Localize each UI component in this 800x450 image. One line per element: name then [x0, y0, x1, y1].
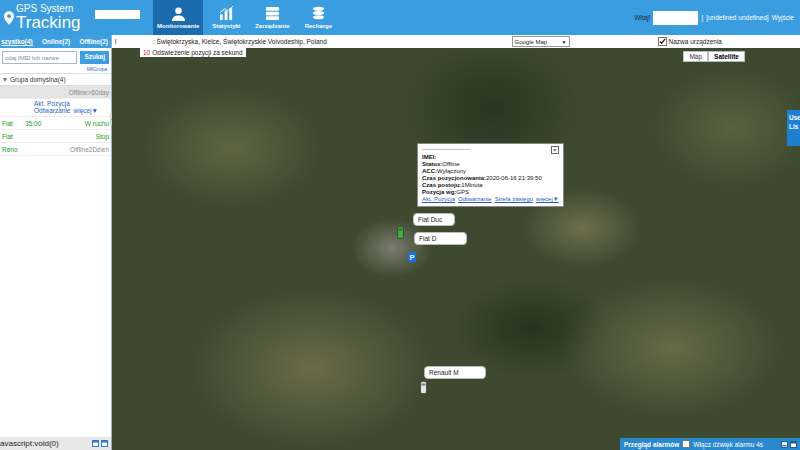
main-nav: MonitorowanieStatystykiZarządzanieRechar…: [153, 0, 341, 35]
map-type-button[interactable]: Satellite: [708, 51, 745, 62]
info-link[interactable]: Akt. Pozycja: [422, 196, 455, 203]
info-line: IMEI:: [422, 154, 559, 161]
logout-link[interactable]: Wyjście: [772, 14, 794, 21]
sidebar-tab[interactable]: szystko(4): [1, 38, 33, 45]
device-row[interactable]: FiatStop: [0, 130, 111, 143]
map-type-switch: MapSatellite: [683, 51, 745, 62]
person-icon: [171, 6, 186, 21]
vehicle-marker[interactable]: Renault M: [420, 366, 421, 367]
action-link[interactable]: Odtwarzanie: [34, 107, 71, 114]
address: : Świętokrzyska, Kielce, Świętokrzyskie …: [153, 38, 512, 45]
check-icon: [659, 38, 666, 45]
car-icon[interactable]: [420, 381, 427, 394]
action-link[interactable]: Akt. Pozycja: [34, 100, 70, 107]
group-row[interactable]: Grupa domyślna(4): [0, 73, 111, 86]
group-link[interactable]: MilGrupa: [0, 65, 111, 73]
search-row: odaj IMEI lub nazweSzukaj: [0, 48, 111, 65]
info-link[interactable]: więcej▼: [536, 196, 559, 203]
vehicle-marker[interactable]: Fiat Duc: [397, 213, 398, 214]
car-icon[interactable]: [397, 226, 404, 239]
greeting: Witaj!: [634, 14, 650, 21]
side-panel-tab[interactable]: UseLis: [787, 110, 800, 146]
expand-arrow-icon: [2, 77, 8, 83]
window-icon[interactable]: [92, 440, 99, 447]
vehicle-label[interactable]: Fiat Duc: [413, 213, 455, 226]
status-bar: avascript:void(0): [0, 437, 111, 450]
maximize-icon[interactable]: [790, 441, 797, 448]
info-window-title: ------------------------×: [422, 146, 559, 154]
info-line: Status:Offline: [422, 161, 559, 168]
window-icon[interactable]: [101, 440, 108, 447]
header-field[interactable]: [95, 10, 140, 19]
info-line: Pozycja wg:GPS: [422, 189, 559, 196]
info-links: Akt. PozycjaOdtwarzanieStrefa zasięguwię…: [422, 196, 559, 203]
sound-checkbox[interactable]: [682, 440, 690, 448]
device-actions: Akt. PozycjaOdtwarzaniewięcej▼: [0, 99, 111, 117]
app: GPS SystemTracking MonitorowanieStatystyk…: [0, 0, 800, 450]
logo[interactable]: GPS SystemTracking: [0, 0, 95, 35]
sidebar-tabs: szystko(4) Online(2) Offline(2): [0, 35, 111, 48]
alarm-bar: Przegląd alarmówWłącz dźwięk alarmu 4s: [620, 438, 800, 450]
user-field[interactable]: [653, 11, 698, 25]
device-row[interactable]: RenoOffline2Dzien: [0, 143, 111, 156]
toolbar-marker: l: [115, 38, 153, 45]
vehicle-label[interactable]: Renault M: [424, 366, 486, 379]
map-pin-icon: [4, 11, 14, 25]
minimize-icon[interactable]: [781, 441, 788, 448]
sidebar-tab[interactable]: Offline(2): [79, 38, 108, 45]
nav-tab[interactable]: Zarządzanie: [249, 0, 295, 35]
server-icon: [265, 6, 280, 21]
device-row[interactable]: Offline>60day: [0, 86, 111, 99]
info-window: ------------------------×IMEI:Status:Off…: [417, 143, 564, 207]
map[interactable]: 10Odświeżenie pozycji za sekund MapSatell…: [112, 48, 800, 450]
map-panel: l: Świętokrzyska, Kielce, Świętokrzyskie…: [112, 35, 800, 450]
map-type-button[interactable]: Map: [683, 51, 708, 62]
info-line: Czas pozycjonowania:2020-06-16 21:39:50: [422, 175, 559, 182]
user-name: [undefined undefined]: [706, 14, 769, 21]
vehicle-label[interactable]: Fiat D: [414, 232, 467, 245]
close-button[interactable]: ×: [551, 146, 559, 154]
user-area: Witaj! |[undefined undefined]Wyjście: [634, 0, 800, 35]
search-button[interactable]: Szukaj: [80, 51, 109, 64]
separator: |: [701, 14, 703, 21]
nav-tab[interactable]: Statystyki: [203, 0, 249, 35]
device-name-toggle[interactable]: Nazwa urządzenia: [658, 37, 722, 46]
parking-marker[interactable]: P: [408, 252, 416, 262]
nav-tab[interactable]: Recharge: [295, 0, 341, 35]
logo-text: GPS SystemTracking: [16, 3, 81, 32]
refresh-counter: 10Odświeżenie pozycji za sekund: [140, 48, 246, 57]
body: szystko(4)Online(2)Offline(2)odaj IMEI l…: [0, 35, 800, 450]
bar-chart-icon: [219, 6, 234, 21]
info-line: ACC:Wyłączony: [422, 168, 559, 175]
header: GPS SystemTracking MonitorowanieStatystyk…: [0, 0, 800, 35]
sidebar: szystko(4)Online(2)Offline(2)odaj IMEI l…: [0, 35, 112, 450]
info-line: Czas postoju:1Minuta: [422, 182, 559, 189]
device-list: Offline>60dayAkt. PozycjaOdtwarzaniewięc…: [0, 86, 111, 156]
info-link[interactable]: Strefa zasięgu: [495, 196, 533, 203]
nav-tab[interactable]: Monitorowanie: [153, 0, 203, 35]
info-link[interactable]: Odtwarzanie: [458, 196, 492, 203]
search-field[interactable]: odaj IMEI lub nazwe: [2, 51, 77, 64]
checkbox[interactable]: [658, 37, 667, 46]
action-link[interactable]: więcej▼: [74, 107, 99, 114]
map-toolbar: l: Świętokrzyska, Kielce, Świętokrzyskie…: [112, 35, 800, 48]
vehicle-marker[interactable]: Fiat DP: [408, 232, 409, 233]
coins-icon: [311, 6, 326, 21]
sidebar-tab[interactable]: Online(2): [42, 38, 70, 45]
device-row[interactable]: Fiat35:00W ruchu: [0, 117, 111, 130]
map-select[interactable]: Google Map▼: [512, 36, 570, 47]
